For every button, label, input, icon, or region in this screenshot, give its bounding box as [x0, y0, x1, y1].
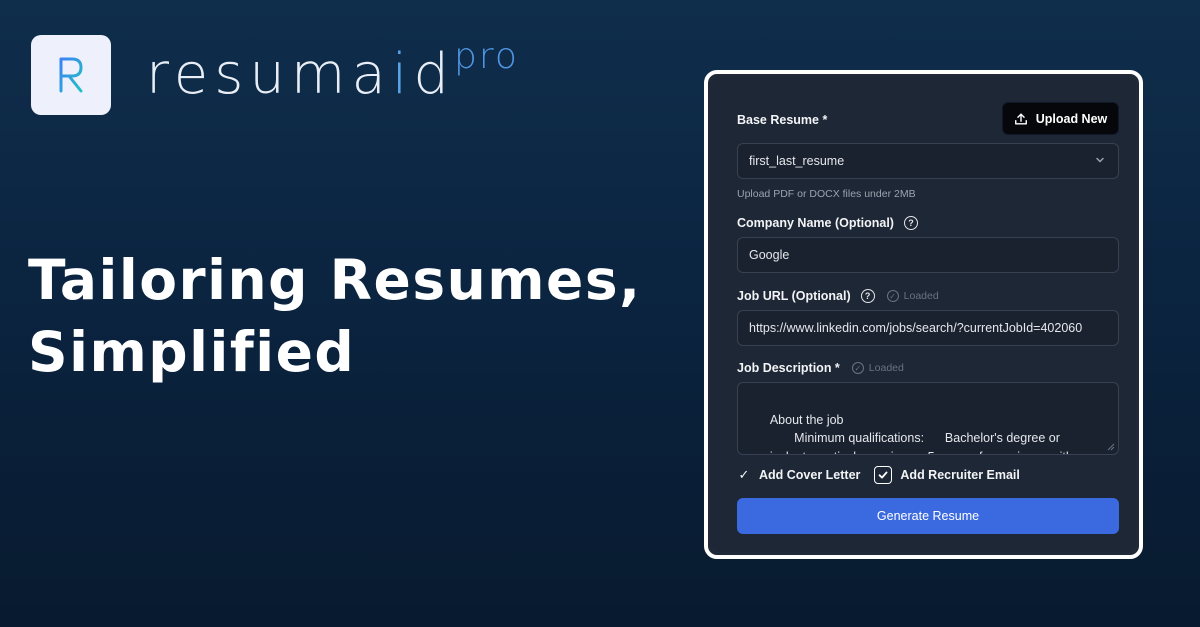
resume-form-card: Base Resume * Upload New first_last_resu…	[704, 70, 1143, 559]
upload-hint: Upload PDF or DOCX files under 2MB	[737, 188, 916, 200]
generate-resume-button[interactable]: Generate Resume	[737, 498, 1119, 534]
chevron-down-icon	[1096, 157, 1104, 163]
resize-handle-icon[interactable]	[1107, 443, 1115, 451]
job-description-label: Job Description * ✓ Loaded	[737, 361, 904, 375]
options-row: ✓ Add Cover Letter Add Recruiter Email	[737, 466, 1020, 484]
help-icon[interactable]: ?	[903, 216, 918, 230]
job-url-label: Job URL (Optional) ? ✓ Loaded	[737, 289, 939, 303]
check-circle-icon: ✓	[886, 290, 899, 302]
company-name-input[interactable]: Google	[737, 237, 1119, 273]
company-name-label: Company Name (Optional) ?	[737, 216, 918, 230]
headline-line-1: Tailoring Resumes,	[28, 248, 642, 312]
check-circle-icon: ✓	[851, 362, 864, 374]
add-cover-letter-checkbox[interactable]: ✓ Add Cover Letter	[737, 467, 861, 483]
checkmark-icon: ✓	[738, 467, 750, 482]
loaded-status: ✓ Loaded	[851, 362, 904, 374]
headline-line-2: Simplified	[28, 320, 356, 384]
loaded-status: ✓ Loaded	[886, 290, 939, 302]
upload-icon	[1014, 112, 1027, 125]
hero-headline: Tailoring Resumes, Simplified	[28, 244, 688, 388]
brand-suffix: pro	[454, 36, 519, 77]
base-resume-select[interactable]: first_last_resume	[737, 143, 1119, 179]
brand-logo	[31, 35, 111, 115]
job-description-textarea[interactable]: About the job Minimum qualifications: Ba…	[737, 382, 1119, 455]
checkbox-checked-icon	[874, 466, 893, 484]
logo-r-icon	[59, 57, 83, 93]
help-icon[interactable]: ?	[860, 289, 875, 303]
brand-wordmark: resumaid pro	[146, 36, 519, 107]
upload-new-button[interactable]: Upload New	[1002, 102, 1119, 135]
base-resume-label: Base Resume *	[737, 113, 828, 127]
add-recruiter-email-checkbox[interactable]: Add Recruiter Email	[874, 466, 1020, 484]
job-url-input[interactable]: https://www.linkedin.com/jobs/search/?cu…	[737, 310, 1119, 346]
